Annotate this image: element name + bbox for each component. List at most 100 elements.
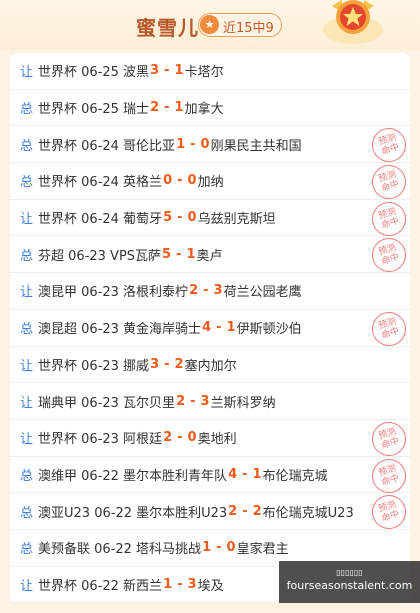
- away-team: 布伦瑞克城: [262, 468, 328, 484]
- away-team: 埃及: [197, 578, 224, 594]
- record-tag: 总: [20, 542, 34, 558]
- away-score: 0: [187, 173, 197, 189]
- away-team: 加拿大: [184, 102, 224, 118]
- home-score: 4: [228, 466, 238, 482]
- home-score: 3: [150, 63, 160, 79]
- page-title: 蜜雪儿: [136, 16, 199, 40]
- away-team: 伊斯顿沙伯: [236, 322, 302, 338]
- record-row[interactable]: 总世界杯 06-24 英格兰 0-0 加纳 预测 命中: [10, 160, 410, 204]
- home-score: 2: [176, 393, 186, 409]
- record-tag: 让: [20, 578, 34, 594]
- away-score: 3: [200, 393, 210, 409]
- record-row[interactable]: 总芬超 06-23 VPS瓦萨 5-1 奥卢 预测 命中: [10, 234, 410, 277]
- away-score: 0: [226, 540, 236, 556]
- score-separator: -: [190, 393, 196, 409]
- record-row[interactable]: 让澳昆甲 06-23 洛根利泰柠 2-3 荷兰公园老鹰: [10, 273, 410, 310]
- record-row[interactable]: 让世界杯 06-23 阿根廷 2-0 奥地利 预测 命中: [10, 417, 410, 461]
- watermark: ▯▯▯▯▯▯ fourseasonstalent.com: [279, 561, 420, 603]
- record-tag: 让: [20, 432, 34, 448]
- hit-stamp: 预测 命中: [367, 123, 410, 167]
- record-row[interactable]: 总世界杯 06-25 瑞士 2-1 加拿大: [10, 90, 410, 127]
- hit-stamp: 预测 命中: [367, 307, 410, 351]
- header-bar: 蜜雪儿 ★ 近15中9: [0, 0, 420, 50]
- record-match: 世界杯 06-25 瑞士: [38, 102, 150, 118]
- streak-label: 近15中9: [223, 21, 274, 36]
- home-score: 2: [163, 430, 173, 446]
- score-separator: -: [216, 540, 222, 556]
- record-match: 澳维甲 06-22 墨尔本胜利青年队: [38, 468, 228, 484]
- away-score: 0: [187, 210, 197, 226]
- away-team: 塞内加尔: [184, 358, 237, 374]
- score-separator: -: [242, 466, 248, 482]
- home-score: 5: [163, 210, 173, 226]
- away-score: 1: [174, 63, 184, 79]
- record-row[interactable]: 总澳维甲 06-22 墨尔本胜利青年队 4-1 布伦瑞克城 预测 命中: [10, 454, 410, 497]
- record-row[interactable]: 让瑞典甲 06-23 瓦尔贝里 2-3 兰斯科罗纳: [10, 383, 410, 420]
- record-tag: 让: [20, 358, 34, 374]
- record-row[interactable]: 总澳亚U23 06-22 墨尔本胜利U23 2-2 布伦瑞克城U23 预测 命中: [10, 490, 410, 534]
- score-separator: -: [164, 100, 170, 116]
- streak-badge: ★ 近15中9: [198, 13, 282, 37]
- home-score: 1: [163, 576, 173, 592]
- record-match: 瑞典甲 06-23 瓦尔贝里: [38, 395, 176, 411]
- away-team: 加纳: [197, 175, 224, 191]
- record-row[interactable]: 让世界杯 06-25 波黑 3-1 卡塔尔: [10, 53, 410, 90]
- record-tag: 让: [20, 212, 34, 228]
- away-team: 荷兰公园老鹰: [223, 285, 302, 301]
- record-row[interactable]: 总澳昆超 06-23 黄金海岸骑士 4-1 伊斯顿沙伯 预测 命中: [10, 307, 410, 351]
- record-tag: 总: [20, 248, 34, 264]
- away-team: 卡塔尔: [184, 65, 224, 81]
- record-match: 世界杯 06-22 新西兰: [38, 578, 163, 594]
- home-score: 2: [150, 100, 160, 116]
- home-score: 4: [202, 320, 212, 336]
- hit-stamp: 预测 命中: [367, 234, 410, 277]
- score-separator: -: [177, 210, 183, 226]
- home-score: 2: [228, 503, 238, 519]
- away-score: 0: [200, 136, 210, 152]
- away-team: 刚果民主共和国: [210, 138, 302, 154]
- records-list: 让世界杯 06-25 波黑 3-1 卡塔尔总世界杯 06-25 瑞士 2-1 加拿大总世…: [10, 53, 410, 603]
- record-match: 澳昆超 06-23 黄金海岸骑士: [38, 322, 202, 338]
- score-separator: -: [190, 136, 196, 152]
- record-tag: 总: [20, 505, 34, 521]
- watermark-line2: fourseasonstalent.com: [286, 579, 413, 592]
- home-score: 0: [163, 173, 173, 189]
- record-row[interactable]: 总世界杯 06-24 哥伦比亚 1-0 刚果民主共和国 预测 命中: [10, 123, 410, 167]
- record-match: 世界杯 06-24 英格兰: [38, 175, 163, 191]
- record-tag: 让: [20, 395, 34, 411]
- away-team: 皇家君主: [236, 542, 289, 558]
- record-match: 世界杯 06-25 波黑: [38, 65, 150, 81]
- record-tag: 让: [20, 65, 34, 81]
- away-team: 乌兹别克斯坦: [197, 212, 276, 228]
- watermark-line1: ▯▯▯▯▯▯: [336, 568, 363, 577]
- home-score: 1: [176, 136, 186, 152]
- record-tag: 总: [20, 102, 34, 118]
- score-separator: -: [216, 320, 222, 336]
- hit-stamp: 预测 命中: [367, 160, 410, 204]
- away-score: 1: [186, 246, 196, 262]
- record-tag: 总: [20, 138, 34, 154]
- home-score: 1: [202, 540, 212, 556]
- record-match: 澳亚U23 06-22 墨尔本胜利U23: [38, 505, 228, 521]
- record-row[interactable]: 让世界杯 06-23 挪威 3-2 塞内加尔: [10, 347, 410, 384]
- away-team: 布伦瑞克城U23: [262, 505, 354, 521]
- record-match: 世界杯 06-23 挪威: [38, 358, 150, 374]
- away-score: 0: [187, 430, 197, 446]
- record-tag: 让: [20, 285, 34, 301]
- record-tag: 总: [20, 322, 34, 338]
- record-match: 世界杯 06-23 阿根廷: [38, 432, 163, 448]
- record-tag: 总: [20, 175, 34, 191]
- record-match: 芬超 06-23 VPS瓦萨: [38, 248, 162, 264]
- record-row[interactable]: 让世界杯 06-24 葡萄牙 5-0 乌兹别克斯坦 预测 命中: [10, 197, 410, 241]
- medal-icon: [323, 0, 383, 44]
- hit-stamp: 预测 命中: [367, 454, 410, 497]
- away-team: 奥地利: [197, 432, 237, 448]
- score-separator: -: [242, 503, 248, 519]
- away-score: 1: [226, 320, 236, 336]
- home-score: 2: [189, 283, 199, 299]
- away-score: 2: [174, 356, 184, 372]
- record-match: 澳昆甲 06-23 洛根利泰柠: [38, 285, 189, 301]
- home-score: 5: [162, 246, 172, 262]
- away-team: 兰斯科罗纳: [210, 395, 276, 411]
- record-tag: 总: [20, 468, 34, 484]
